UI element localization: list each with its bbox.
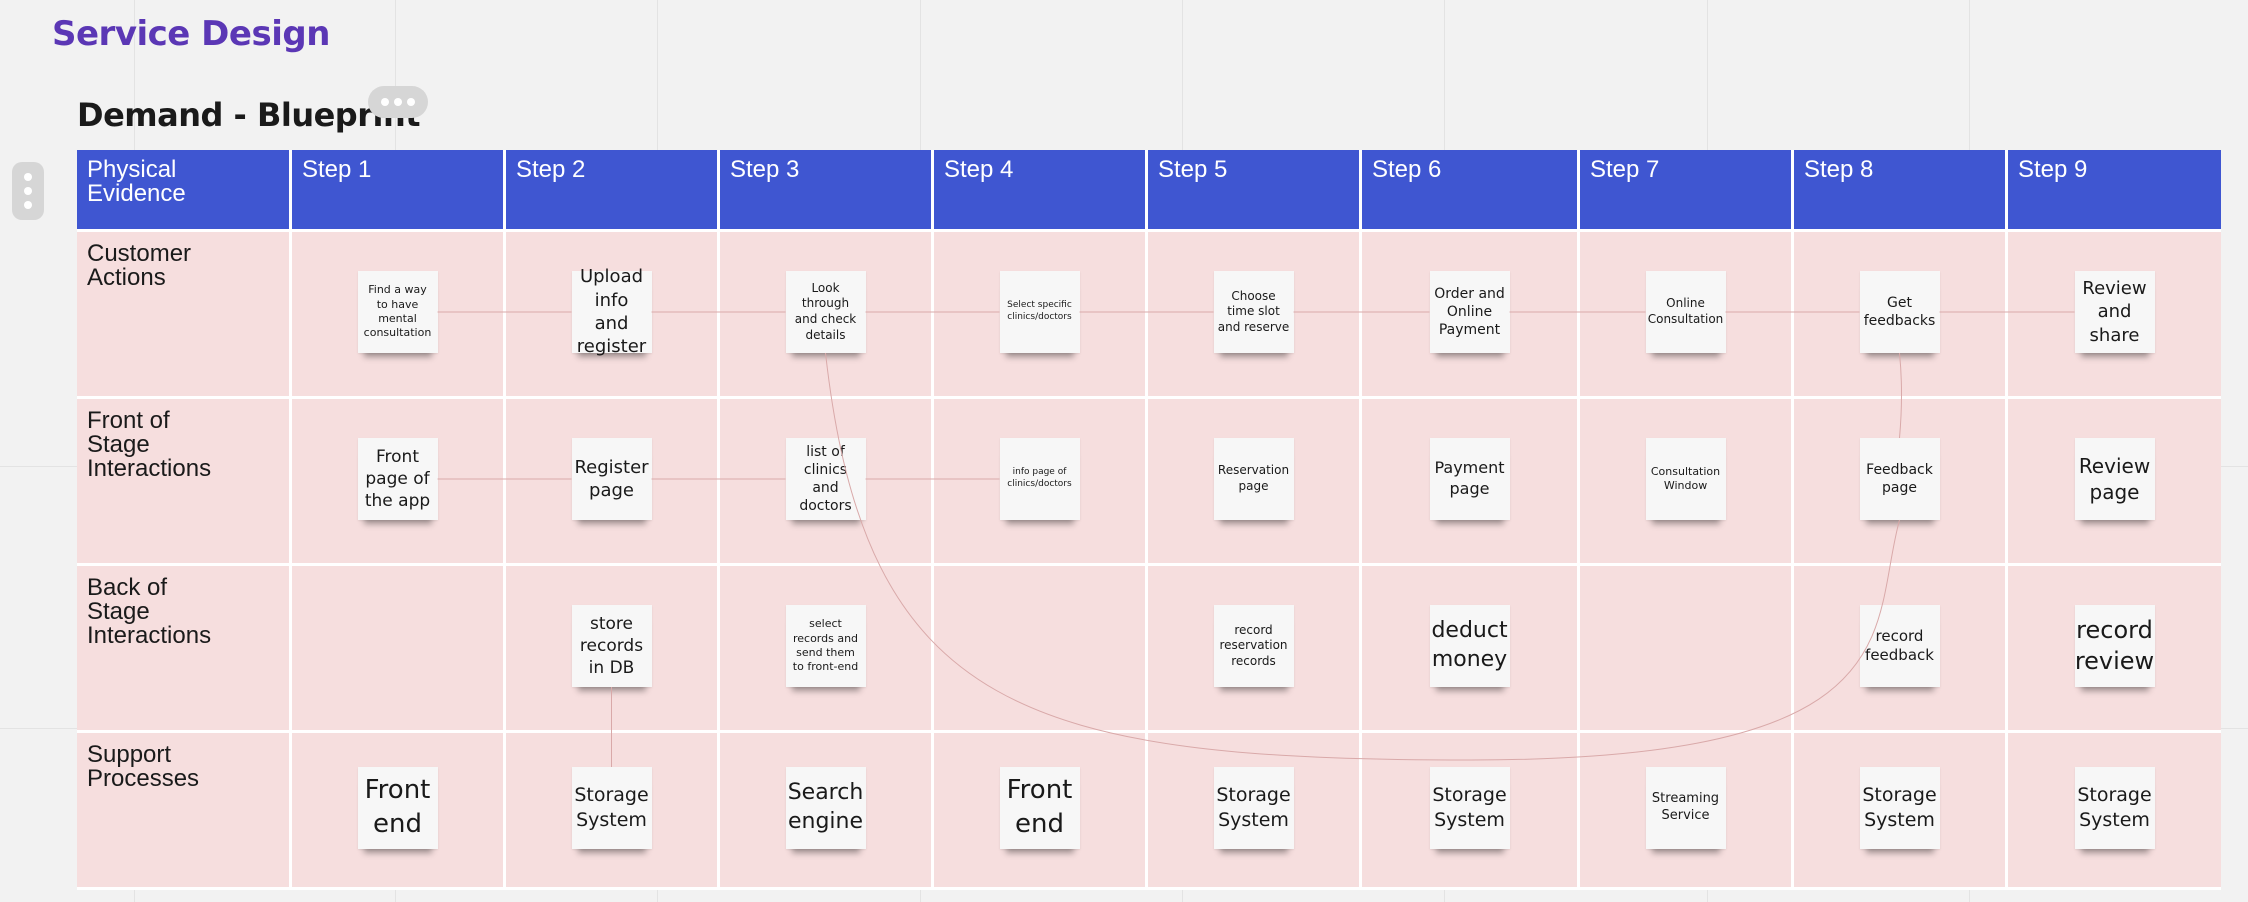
- sticky-note[interactable]: Get feedbacks: [1859, 271, 1940, 353]
- sticky-note[interactable]: Find a way to have mental consultation: [357, 271, 438, 353]
- header-label: Physical Evidence: [87, 156, 186, 207]
- sticky-note[interactable]: Storage System: [1859, 767, 1940, 849]
- header-step-7: Step 7: [1580, 150, 1791, 229]
- sticky-note[interactable]: Consultation Window: [1645, 438, 1726, 520]
- sticky-note[interactable]: Front end: [999, 767, 1080, 849]
- row-label: Customer Actions: [87, 240, 192, 291]
- header-step-9: Step 9: [2008, 150, 2221, 229]
- sticky-note[interactable]: record feedback: [1859, 605, 1940, 687]
- header-step-8: Step 8: [1794, 150, 2005, 229]
- sticky-note[interactable]: Storage System: [571, 767, 652, 849]
- sticky-note[interactable]: record reservation records: [1213, 605, 1294, 687]
- header-step-2: Step 2: [506, 150, 717, 229]
- sticky-note[interactable]: Front page of the app: [357, 438, 438, 520]
- more-options-icon[interactable]: [368, 86, 428, 118]
- cell-r3-c7: [1580, 566, 1791, 730]
- row-label-4: Support Processes: [77, 733, 289, 887]
- cell-r3-c1: [292, 566, 503, 730]
- sticky-note[interactable]: list of clinics and doctors: [785, 438, 866, 520]
- sticky-note[interactable]: Review and share: [2074, 271, 2155, 353]
- sticky-note[interactable]: info page of clinics/doctors: [999, 438, 1080, 520]
- header-physical-evidence: Physical Evidence: [77, 150, 289, 229]
- sticky-note[interactable]: deduct money: [1429, 605, 1510, 687]
- sticky-note[interactable]: Review page: [2074, 438, 2155, 520]
- header-step-6: Step 6: [1362, 150, 1577, 229]
- sticky-note[interactable]: Look through and check details: [785, 271, 866, 353]
- row-label-3: Back of Stage Interactions: [77, 566, 289, 730]
- sticky-note[interactable]: Streaming Service: [1645, 767, 1726, 849]
- sticky-note[interactable]: Register page: [571, 438, 652, 520]
- header-step-5: Step 5: [1148, 150, 1359, 229]
- step-label: Step 4: [944, 156, 1014, 183]
- step-label: Step 9: [2018, 156, 2088, 183]
- drag-handle-icon[interactable]: [12, 162, 44, 220]
- row-label: Back of Stage Interactions: [87, 574, 212, 649]
- row-label: Support Processes: [87, 741, 200, 792]
- board-title: Service Design: [52, 14, 330, 54]
- sticky-note[interactable]: Payment page: [1429, 438, 1510, 520]
- sticky-note[interactable]: Order and Online Payment: [1429, 271, 1510, 353]
- sticky-note[interactable]: Choose time slot and reserve: [1213, 271, 1294, 353]
- sticky-note[interactable]: Storage System: [1429, 767, 1510, 849]
- sticky-note[interactable]: Storage System: [1213, 767, 1294, 849]
- step-label: Step 8: [1804, 156, 1874, 183]
- header-step-3: Step 3: [720, 150, 931, 229]
- sticky-note[interactable]: Storage System: [2074, 767, 2155, 849]
- step-label: Step 6: [1372, 156, 1442, 183]
- cell-r3-c4: [934, 566, 1145, 730]
- row-label-2: Front of Stage Interactions: [77, 399, 289, 563]
- sticky-note[interactable]: Select specific clinics/doctors: [999, 271, 1080, 353]
- header-step-1: Step 1: [292, 150, 503, 229]
- sticky-note[interactable]: Online Consultation: [1645, 271, 1726, 353]
- row-label: Front of Stage Interactions: [87, 407, 212, 482]
- row-label-1: Customer Actions: [77, 232, 289, 396]
- sticky-note[interactable]: Reservation page: [1213, 438, 1294, 520]
- sticky-note[interactable]: Search engine: [785, 767, 866, 849]
- blueprint-table: Physical Evidence Step 1 Step 2 Step 3 Step …: [77, 150, 2221, 890]
- sticky-note[interactable]: record review: [2074, 605, 2155, 687]
- sticky-note[interactable]: Feedback page: [1859, 438, 1940, 520]
- step-label: Step 7: [1590, 156, 1660, 183]
- step-label: Step 2: [516, 156, 586, 183]
- sticky-note[interactable]: store records in DB: [571, 605, 652, 687]
- step-label: Step 1: [302, 156, 372, 183]
- sticky-note[interactable]: select records and send them to front-en…: [785, 605, 866, 687]
- sticky-note[interactable]: Front end: [357, 767, 438, 849]
- step-label: Step 3: [730, 156, 800, 183]
- header-step-4: Step 4: [934, 150, 1145, 229]
- step-label: Step 5: [1158, 156, 1228, 183]
- sticky-note[interactable]: Upload info and register: [571, 266, 652, 357]
